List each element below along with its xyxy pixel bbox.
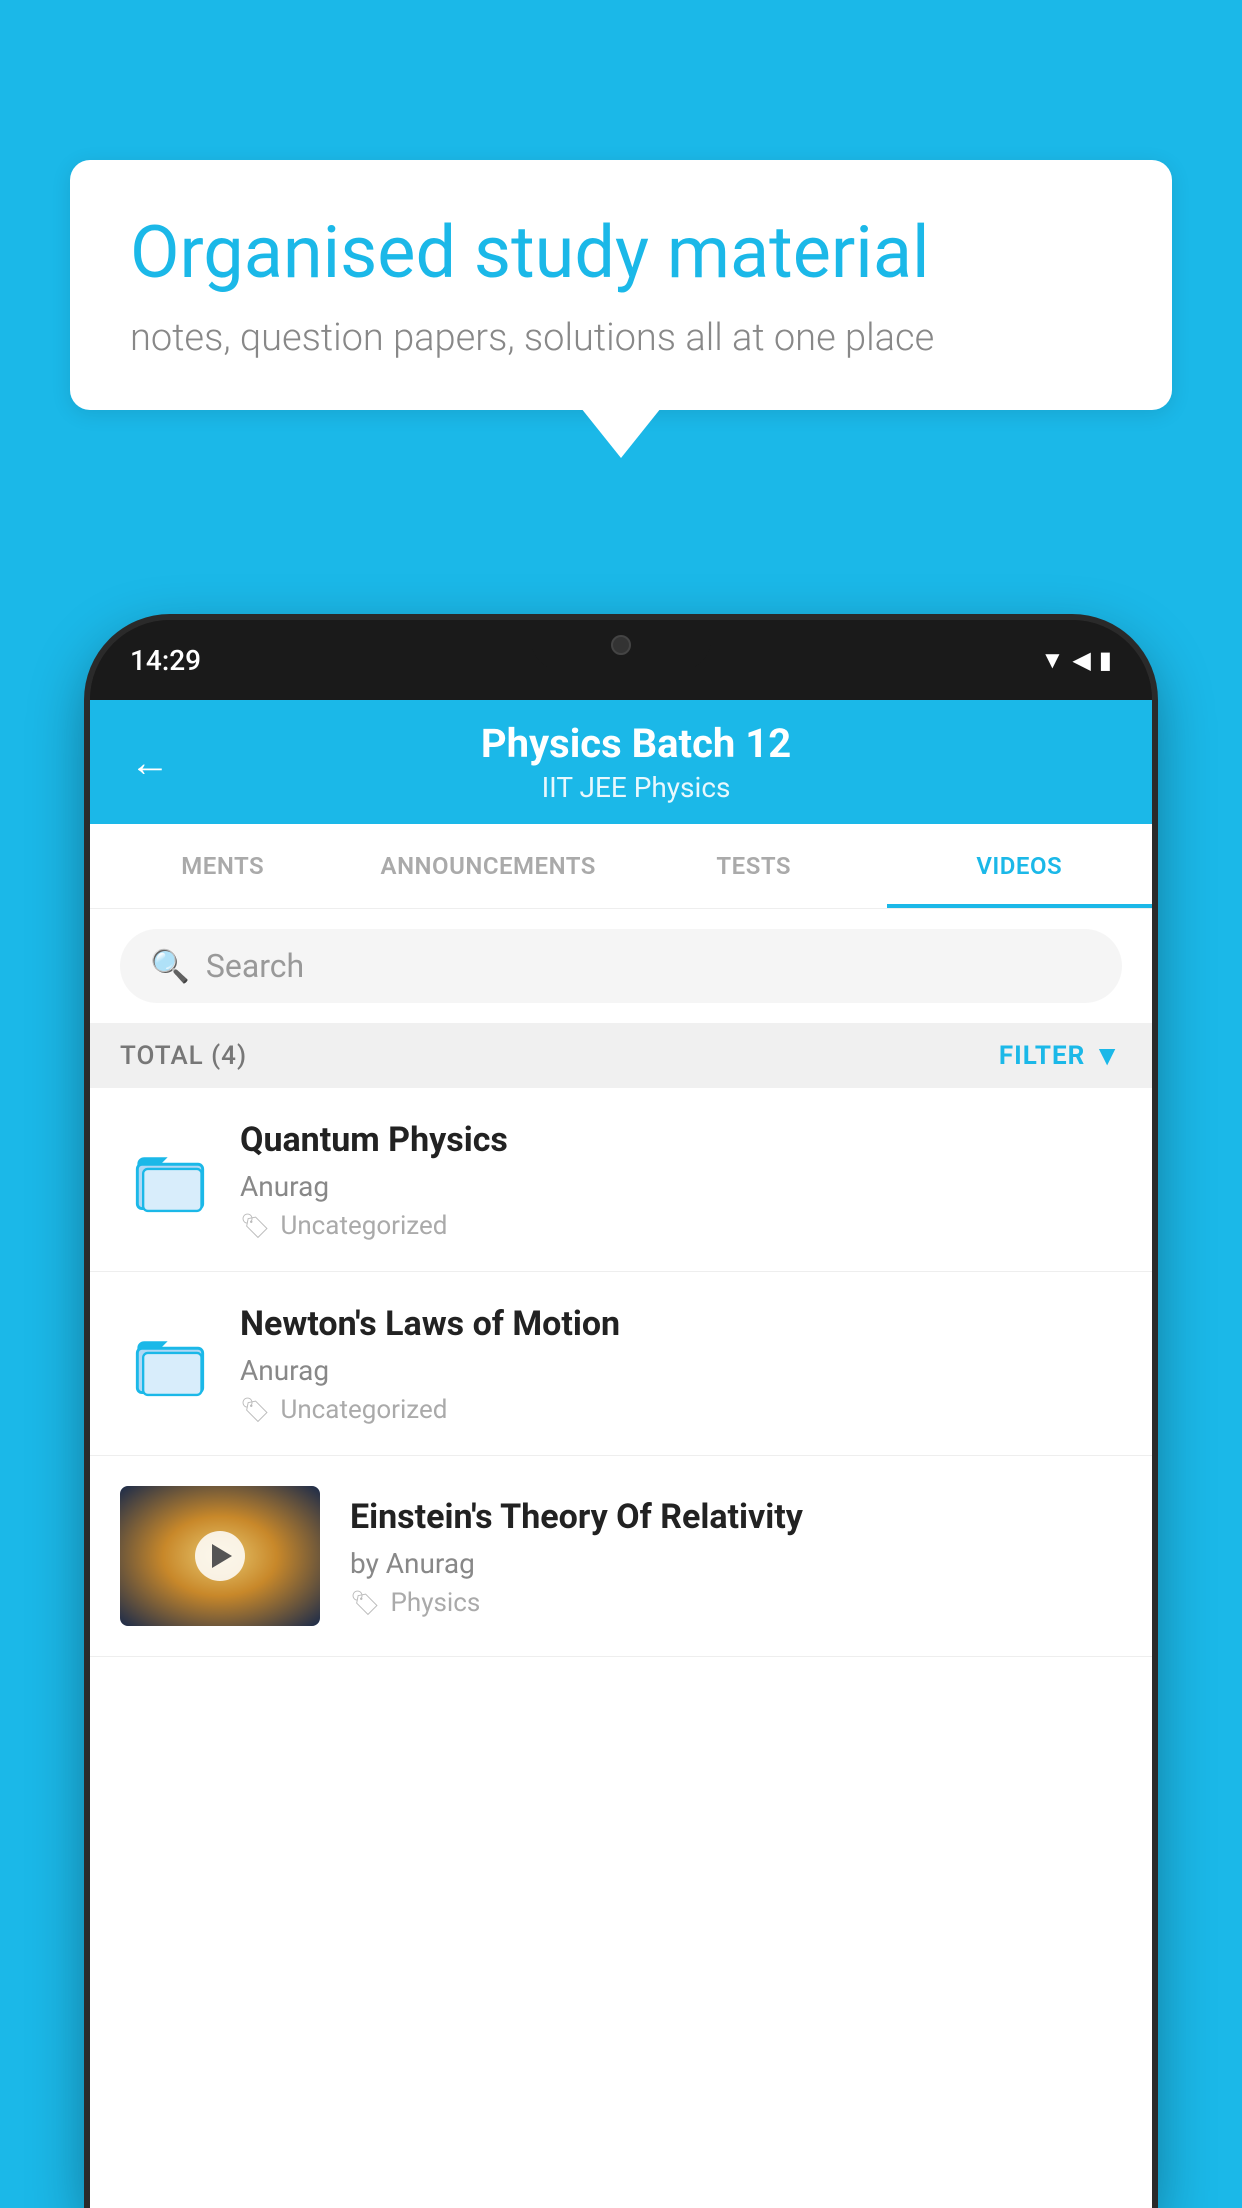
speech-bubble-title: Organised study material xyxy=(130,210,1112,296)
tab-tests[interactable]: TESTS xyxy=(621,824,887,908)
total-count: TOTAL (4) xyxy=(120,1041,247,1071)
tab-ments[interactable]: MENTS xyxy=(90,824,356,908)
tag-label: Physics xyxy=(390,1588,480,1618)
filter-bar: TOTAL (4) FILTER ▼ xyxy=(90,1023,1152,1088)
phone-status-bar: 14:29 ▼ ◀ ▮ xyxy=(90,620,1152,700)
search-bar[interactable]: 🔍 Search xyxy=(120,929,1122,1003)
phone-status-icons: ▼ ◀ ▮ xyxy=(1041,646,1112,675)
signal-icon: ◀ xyxy=(1072,646,1090,674)
battery-icon: ▮ xyxy=(1099,646,1112,674)
video-author: Anurag xyxy=(240,1170,1122,1203)
folder-icon-container xyxy=(130,1324,210,1404)
app-header: ← Physics Batch 12 IIT JEE Physics xyxy=(90,700,1152,824)
video-info: Newton's Laws of Motion Anurag 🏷 Uncateg… xyxy=(240,1302,1122,1425)
search-icon: 🔍 xyxy=(150,947,190,985)
tab-announcements[interactable]: ANNOUNCEMENTS xyxy=(356,824,622,908)
list-item[interactable]: Quantum Physics Anurag 🏷 Uncategorized xyxy=(90,1088,1152,1272)
batch-subtitle: IIT JEE Physics xyxy=(200,771,1072,804)
play-icon xyxy=(212,1544,232,1568)
phone-camera xyxy=(611,635,631,655)
video-info: Einstein's Theory Of Relativity by Anura… xyxy=(350,1495,1122,1618)
tag-icon: 🏷 xyxy=(350,1589,380,1617)
tag-icon: 🏷 xyxy=(240,1212,270,1240)
speech-bubble-arrow xyxy=(581,408,661,458)
video-tag: 🏷 Uncategorized xyxy=(240,1395,1122,1425)
filter-icon: ▼ xyxy=(1093,1039,1122,1072)
video-author: by Anurag xyxy=(350,1547,1122,1580)
filter-label: FILTER xyxy=(999,1041,1085,1071)
phone-mockup: 14:29 ▼ ◀ ▮ ← Physics Batch 12 IIT JEE P… xyxy=(90,620,1152,2208)
phone-notch xyxy=(531,620,711,670)
search-placeholder: Search xyxy=(206,947,304,985)
list-item[interactable]: Newton's Laws of Motion Anurag 🏷 Uncateg… xyxy=(90,1272,1152,1456)
search-container: 🔍 Search xyxy=(90,909,1152,1023)
video-info: Quantum Physics Anurag 🏷 Uncategorized xyxy=(240,1118,1122,1241)
tab-videos[interactable]: VIDEOS xyxy=(887,824,1153,908)
video-title: Quantum Physics xyxy=(240,1118,1122,1162)
tag-icon: 🏷 xyxy=(240,1396,270,1424)
filter-button[interactable]: FILTER ▼ xyxy=(999,1039,1122,1072)
speech-bubble: Organised study material notes, question… xyxy=(70,160,1172,410)
batch-title: Physics Batch 12 xyxy=(200,720,1072,767)
video-author: Anurag xyxy=(240,1354,1122,1387)
video-list: Quantum Physics Anurag 🏷 Uncategorized xyxy=(90,1088,1152,1657)
video-tag: 🏷 Uncategorized xyxy=(240,1211,1122,1241)
folder-icon xyxy=(135,1145,205,1215)
list-item[interactable]: Einstein's Theory Of Relativity by Anura… xyxy=(90,1456,1152,1657)
tag-label: Uncategorized xyxy=(280,1395,447,1425)
folder-icon-container xyxy=(130,1140,210,1220)
phone-screen: ← Physics Batch 12 IIT JEE Physics MENTS… xyxy=(90,700,1152,2208)
phone-time: 14:29 xyxy=(130,644,201,677)
tag-label: Uncategorized xyxy=(280,1211,447,1241)
speech-bubble-container: Organised study material notes, question… xyxy=(70,160,1172,458)
speech-bubble-subtitle: notes, question papers, solutions all at… xyxy=(130,316,1112,360)
video-title: Newton's Laws of Motion xyxy=(240,1302,1122,1346)
video-tag: 🏷 Physics xyxy=(350,1588,1122,1618)
tabs-container: MENTS ANNOUNCEMENTS TESTS VIDEOS xyxy=(90,824,1152,909)
folder-icon xyxy=(135,1329,205,1399)
header-title-group: Physics Batch 12 IIT JEE Physics xyxy=(200,720,1072,804)
back-button[interactable]: ← xyxy=(130,739,170,786)
video-title: Einstein's Theory Of Relativity xyxy=(350,1495,1122,1539)
video-thumbnail xyxy=(120,1486,320,1626)
wifi-icon: ▼ xyxy=(1041,646,1065,675)
play-button[interactable] xyxy=(195,1531,245,1581)
